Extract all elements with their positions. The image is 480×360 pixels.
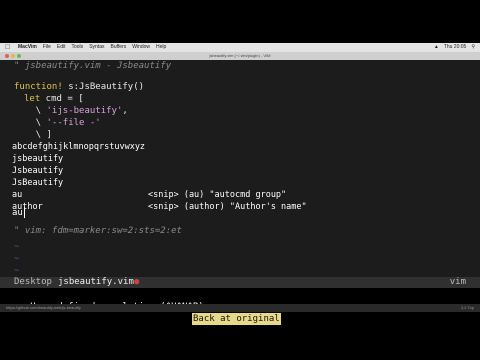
completion-word: abcdefghijklmnopqrstuvwxyz [12,142,146,152]
menu-edit[interactable]: Edit [57,43,66,52]
completion-item-2[interactable]: jsbeautify [12,153,63,165]
cursor-position: 2,2 Top [460,305,474,310]
tilde-line: ~ [14,266,20,276]
editor-line-1: " jsbeautify.vim - Jsbeautify [14,61,172,71]
statusline: Desktop jsbeautify.vim ● vim [0,277,480,288]
minimize-window-icon[interactable] [11,54,15,58]
editor-line-arg1: \ 'ijs-beautify', [14,105,128,117]
url-text[interactable]: https://github.com/beautify-web/js-beaut… [6,304,81,312]
keyword-function: function! [14,82,63,92]
completion-word: Jsbeautify [12,166,64,176]
window-controls [5,54,21,58]
menu-app-name[interactable]: MacVim [18,43,37,52]
editor-line-typed: au [12,208,23,218]
modified-indicator-icon: ● [134,277,140,287]
completion-item-4[interactable]: JsBeautify [12,177,63,189]
editor-line-arg2: \ '--file -' [14,117,101,129]
menu-buffers[interactable]: Buffers [110,43,126,52]
string-arg-2: '--file -' [46,118,101,128]
search-icon[interactable]: ⚲ [471,43,475,52]
editor-line-let: let cmd = [ [24,93,84,105]
string-arg-1: 'ijs-beautify' [46,106,123,116]
bottom-info-bar: https://github.com/beautify-web/js-beaut… [0,304,480,312]
editor-line-modeline: " vim: fdm=marker:sw=2:sts=2:et [14,226,182,236]
bottom-right-info: 2,2 Top [461,304,474,312]
text-cursor [24,207,25,218]
menubar-status: ▲ Thu 20:05 ⚲ [434,43,475,52]
menubar:  MacVim File Edit Tools Syntax Buffers … [0,43,480,52]
wifi-icon[interactable]: ▲ [434,43,439,52]
zoom-window-icon[interactable] [17,54,21,58]
menu-tools[interactable]: Tools [72,43,84,52]
menu-help[interactable]: Help [156,43,166,52]
status-filetype: vim [449,277,466,287]
completion-item-1[interactable]: abcdefghijklmnopqrstuvwxyz [12,141,145,153]
keyword-let: let [24,94,41,104]
command-line[interactable]: -- User defined completion (^U^N^P) Back… [0,289,480,325]
menu-window[interactable]: Window [132,43,150,52]
continuation-1: \ [14,106,47,116]
status-cwd: Desktop [14,277,52,287]
completion-item-6[interactable]: author <snip> (author) "Author's name" [12,201,312,213]
editor-line-close: \ ] [14,130,52,140]
clock-text[interactable]: Thu 20:05 [444,43,467,52]
completion-word: JsBeautify [12,178,64,188]
function-name: s:JsBeautify() [62,82,145,92]
comma-1: , [122,106,128,116]
apple-icon[interactable]:  [5,44,12,51]
menu-file[interactable]: File [43,43,51,52]
close-window-icon[interactable] [5,54,9,58]
completion-item-5[interactable]: au <snip> (au) "autocmd group" [12,189,312,201]
status-filename: jsbeautify.vim [58,277,134,287]
let-rest: cmd = [ [40,94,84,104]
completion-item-3[interactable]: Jsbeautify [12,165,63,177]
back-at-original-message: Back at original [192,313,281,325]
editor-line-function: function! s:JsBeautify() [14,81,144,93]
menu-syntax[interactable]: Syntax [89,43,104,52]
window-title: jsbeautify.vim (~/.vim/plugin) - VIM [209,53,271,58]
completion-word: jsbeautify [12,154,64,164]
continuation-2: \ [14,118,47,128]
tilde-line: ~ [14,242,20,252]
completion-menu: <snip> (au) "autocmd group" [148,190,287,200]
tilde-line: ~ [14,254,20,264]
completion-menu: <snip> (author) "Author's name" [148,202,307,212]
completion-word: au [12,190,23,200]
